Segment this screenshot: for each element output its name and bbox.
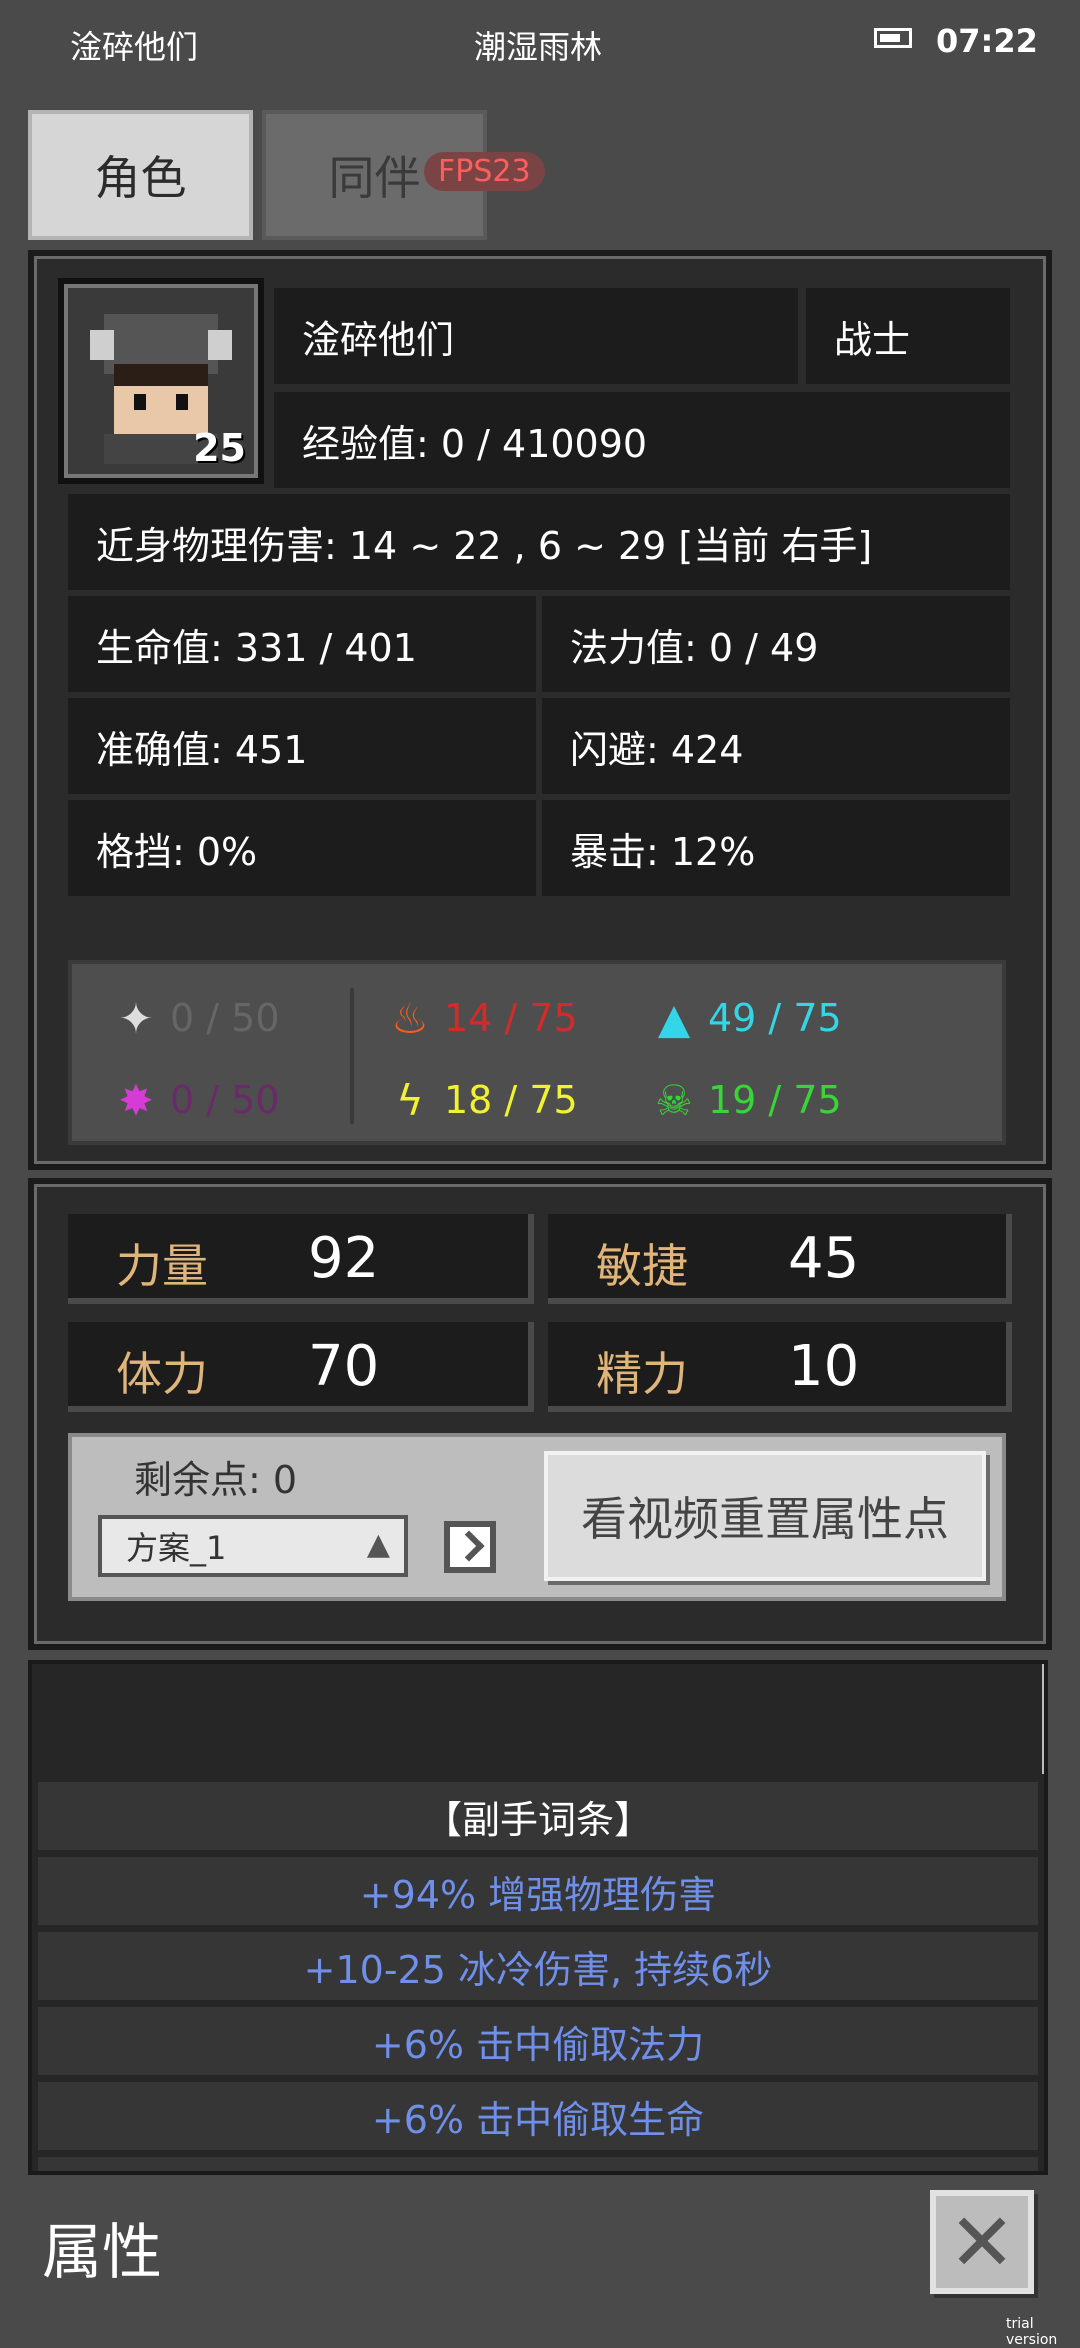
status-location: 潮湿雨林	[474, 28, 603, 66]
character-class: 战士	[806, 288, 1010, 384]
resist-fire-value: 14 / 75	[444, 996, 578, 1040]
melee-damage: 近身物理伤害: 14 ~ 22 , 6 ~ 29 [当前 右手]	[68, 494, 1010, 590]
edit-plan-icon[interactable]	[444, 1521, 496, 1573]
experience-value: 经验值: 0 / 410090	[274, 392, 1010, 488]
attr-agility-value: 45	[788, 1226, 860, 1291]
attr-energy-value: 10	[788, 1334, 860, 1399]
resist-fire: ♨ 14 / 75	[384, 992, 578, 1044]
reset-attributes-button[interactable]: 看视频重置属性点	[544, 1451, 986, 1581]
character-level: 25	[193, 426, 246, 470]
resist-cold-value: 49 / 75	[708, 996, 842, 1040]
status-bar: 淦碎他们 潮湿雨林 07:22	[0, 0, 1080, 90]
resist-poison-value: 19 / 75	[708, 1078, 842, 1122]
fire-icon: ♨	[391, 993, 429, 1043]
attr-agility: 敏捷 45	[548, 1214, 1012, 1304]
close-icon: ✕	[948, 2195, 1016, 2289]
block-value: 格挡: 0%	[68, 800, 536, 896]
attr-energy: 精力 10	[548, 1322, 1012, 1412]
affix-item: +10-25 冰冷伤害, 持续6秒	[38, 1932, 1038, 2000]
accuracy-value: 准确值: 451	[68, 698, 536, 794]
resist-arcane: ✸ 0 / 50	[110, 1074, 280, 1126]
points-panel: 剩余点: 0 方案_1 ▲ 看视频重置属性点	[68, 1433, 1006, 1601]
resist-arcane-value: 0 / 50	[170, 1078, 280, 1122]
resistance-divider	[350, 988, 354, 1124]
resist-physical: ✦ 0 / 50	[110, 992, 280, 1044]
dodge-value: 闪避: 424	[542, 698, 1010, 794]
ice-icon: ▲	[657, 993, 691, 1043]
resist-physical-value: 0 / 50	[170, 996, 280, 1040]
attr-stamina-value: 70	[308, 1334, 380, 1399]
affix-item: +6% 击中偷取生命	[38, 2082, 1038, 2150]
resist-poison: ☠ 19 / 75	[648, 1074, 842, 1126]
plan-dropdown[interactable]: 方案_1 ▲	[98, 1515, 408, 1577]
affix-item-partial	[38, 2157, 1038, 2171]
resist-lightning: ϟ 18 / 75	[384, 1074, 578, 1126]
lightning-icon: ϟ	[396, 1075, 424, 1125]
character-name: 淦碎他们	[274, 288, 798, 384]
status-player-name: 淦碎他们	[70, 28, 199, 66]
mp-value: 法力值: 0 / 49	[542, 596, 1010, 692]
resist-cold: ▲ 49 / 75	[648, 992, 842, 1044]
status-time: 07:22	[936, 22, 1038, 60]
remaining-points: 剩余点: 0	[134, 1458, 298, 1502]
attr-strength: 力量 92	[68, 1214, 534, 1304]
tab-character[interactable]: 角色	[28, 110, 253, 240]
affix-header: 【副手词条】	[38, 1782, 1038, 1850]
scrollbar[interactable]	[1042, 1664, 1044, 1774]
crit-value: 暴击: 12%	[542, 800, 1010, 896]
shuriken-icon: ✦	[118, 993, 154, 1043]
affix-panel[interactable]: 【副手词条】 +94% 增强物理伤害 +10-25 冰冷伤害, 持续6秒 +6%…	[28, 1660, 1048, 2175]
poison-skull-icon: ☠	[655, 1075, 693, 1125]
footer-title: 属性	[42, 2218, 162, 2288]
fps-counter: FPS23	[424, 152, 545, 191]
attr-agility-label: 敏捷	[596, 1239, 688, 1293]
watermark: trial version	[1006, 2316, 1058, 2348]
hp-value: 生命值: 331 / 401	[68, 596, 536, 692]
attr-strength-label: 力量	[116, 1239, 208, 1293]
resistance-panel: ✦ 0 / 50 ♨ 14 / 75 ▲ 49 / 75 ✸ 0 / 50 ϟ …	[68, 960, 1006, 1145]
attr-stamina-label: 体力	[116, 1347, 208, 1401]
arcane-icon: ✸	[118, 1075, 154, 1125]
affix-item: +94% 增强物理伤害	[38, 1857, 1038, 1925]
affix-item: +6% 击中偷取法力	[38, 2007, 1038, 2075]
attr-stamina: 体力 70	[68, 1322, 534, 1412]
resist-lightning-value: 18 / 75	[444, 1078, 578, 1122]
attr-strength-value: 92	[308, 1226, 380, 1291]
plan-dropdown-value: 方案_1	[126, 1529, 227, 1567]
character-avatar: 25	[58, 278, 264, 484]
close-button[interactable]: ✕	[930, 2190, 1034, 2294]
attr-energy-label: 精力	[596, 1347, 688, 1401]
chevron-up-icon: ▲	[366, 1527, 390, 1562]
battery-icon	[874, 28, 912, 48]
